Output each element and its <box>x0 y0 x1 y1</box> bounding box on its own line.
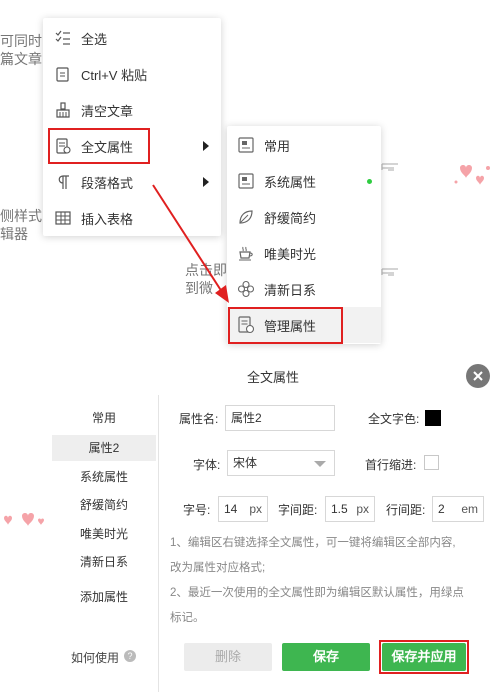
font-size-label: 字号: <box>183 503 211 517</box>
font-size-value: 14 <box>224 502 238 516</box>
delete-button[interactable]: 删除 <box>184 643 272 671</box>
help-icon[interactable]: ? <box>124 650 136 662</box>
text-color-swatch[interactable] <box>425 410 441 426</box>
sidebar-item-beautiful-time[interactable]: 唯美时光 <box>52 521 156 547</box>
font-select[interactable]: 宋体 <box>227 450 335 476</box>
save-button[interactable]: 保存 <box>282 643 370 671</box>
usage-note: 2、最近一次使用的全文属性即为编辑区默认属性，用绿点 <box>170 587 464 599</box>
font-size-input[interactable]: 14 px <box>218 496 268 522</box>
letter-spacing-input[interactable]: 1.5 px <box>325 496 375 522</box>
first-line-indent-checkbox[interactable] <box>424 455 439 470</box>
chevron-down-icon <box>314 461 326 467</box>
property-name-input[interactable]: 属性2 <box>225 405 335 431</box>
property-name-label: 属性名: <box>179 412 219 426</box>
line-height-label: 行间距: <box>386 503 426 517</box>
font-label: 字体: <box>193 458 221 472</box>
usage-note: 1、编辑区右键选择全文属性，可一键将编辑区全部内容, <box>170 537 456 549</box>
font-select-value: 宋体 <box>233 456 258 470</box>
dialog-header: 全文属性 <box>52 355 494 395</box>
sidebar-item-fresh-japanese[interactable]: 清新日系 <box>52 549 156 575</box>
line-height-input[interactable]: 2 em <box>432 496 484 522</box>
line-height-value: 2 <box>438 502 445 516</box>
sidebar-item-common[interactable]: 常用 <box>52 405 156 431</box>
font-size-unit: px <box>249 502 262 516</box>
sidebar-item-property2[interactable]: 属性2 <box>52 435 156 461</box>
sidebar-item-soothing-simple[interactable]: 舒缓简约 <box>52 492 156 518</box>
add-property-button[interactable]: 添加属性 <box>52 584 156 610</box>
letter-spacing-value: 1.5 <box>331 502 348 516</box>
close-button[interactable] <box>466 364 490 388</box>
usage-note: 标记。 <box>170 612 205 624</box>
sidebar-item-system[interactable]: 系统属性 <box>52 464 156 490</box>
sidebar-divider <box>158 395 159 692</box>
dialog-title: 全文属性 <box>246 370 299 385</box>
line-height-unit: em <box>461 502 478 516</box>
text-color-label: 全文字色: <box>368 412 420 426</box>
how-to-use-link[interactable]: 如何使用 <box>71 649 119 666</box>
highlight-box <box>379 640 469 674</box>
usage-note: 改为属性对应格式; <box>170 562 266 574</box>
close-icon <box>473 371 483 381</box>
first-line-indent-label: 首行缩进: <box>365 458 417 472</box>
letter-spacing-unit: px <box>356 502 369 516</box>
properties-sidebar: 常用 属性2 系统属性 舒缓简约 唯美时光 清新日系 添加属性 如何使用 ? <box>52 395 156 692</box>
letter-spacing-label: 字间距: <box>278 503 318 517</box>
